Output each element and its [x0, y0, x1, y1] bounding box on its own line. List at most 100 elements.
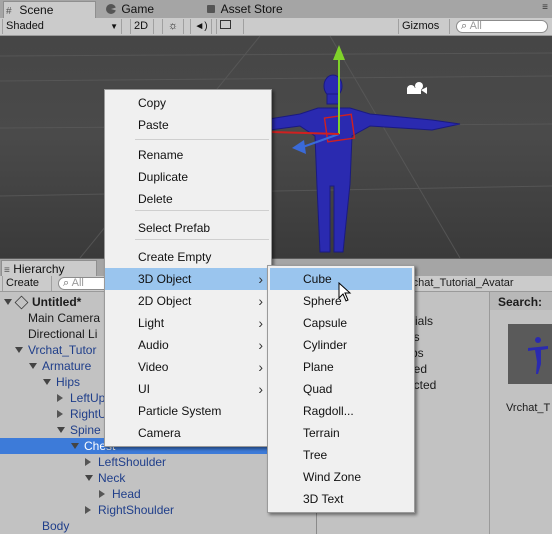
hierarchy-row-label: Hips: [56, 375, 81, 389]
asset-store-icon: [207, 5, 215, 13]
context-menu-item[interactable]: Delete: [105, 188, 271, 210]
context-menu-item-label: Create Empty: [138, 250, 212, 264]
scene-toolbar: Shaded ▼ 2D ☼ ◄) ▼ Gizmos ▼ ⌕ All: [0, 18, 552, 46]
submenu-arrow-icon: ›: [258, 271, 263, 287]
context-menu-item[interactable]: 3D Object ›: [105, 268, 271, 290]
submenu-item[interactable]: Tree: [270, 444, 412, 466]
mode-2d-label: 2D: [134, 20, 149, 32]
breadcrumb-label[interactable]: rchat_Tutorial_Avatar: [409, 277, 514, 289]
panel-menu-icon[interactable]: ≡: [542, 2, 548, 13]
scene-lighting-toggle[interactable]: ☼: [162, 19, 184, 34]
hierarchy-row-label: Armature: [42, 359, 92, 373]
collapse-arrow-icon[interactable]: [43, 379, 51, 385]
context-menu-item[interactable]: Light ›: [105, 312, 271, 334]
context-menu-item[interactable]: Particle System: [105, 400, 271, 422]
submenu-item[interactable]: Ragdoll...: [270, 400, 412, 422]
scene-search-input[interactable]: ⌕ All: [456, 20, 548, 33]
scene-canvas: [0, 36, 552, 258]
tab-asset-store[interactable]: Asset Store: [205, 1, 315, 18]
shading-mode-value: Shaded: [6, 20, 44, 32]
sun-icon: ☼: [167, 20, 179, 32]
tab-game[interactable]: Game: [104, 1, 204, 18]
submenu-item[interactable]: Plane: [270, 356, 412, 378]
camera-gizmo-icon[interactable]: [407, 82, 427, 94]
submenu-item[interactable]: Wind Zone: [270, 466, 412, 488]
scene-audio-toggle[interactable]: ◄): [190, 19, 212, 34]
context-menu-item[interactable]: Copy: [105, 92, 271, 114]
submenu-3d-object: Cube Sphere Capsule Cylinder Plane Quad Ragdol…: [267, 265, 415, 513]
gizmos-dropdown[interactable]: Gizmos ▼: [398, 19, 450, 46]
scene-tab-bar: # Scene Game Asset Store ≡: [0, 0, 552, 19]
hierarchy-row-label: Spine: [70, 423, 101, 437]
context-menu-item[interactable]: Duplicate: [105, 166, 271, 188]
collapse-arrow-icon[interactable]: [15, 347, 23, 353]
hierarchy-row-label: LeftShoulder: [98, 455, 167, 469]
context-menu-item[interactable]: Paste: [105, 114, 271, 136]
submenu-item-label: Quad: [303, 382, 333, 396]
context-menu-item-label: 2D Object: [138, 294, 192, 308]
context-menu-item[interactable]: UI ›: [105, 378, 271, 400]
search-results-label: Search:: [498, 295, 543, 309]
image-icon: [220, 20, 231, 29]
speaker-icon: ◄): [194, 21, 208, 32]
expand-arrow-icon[interactable]: [99, 490, 105, 498]
scene-effects-dropdown[interactable]: ▼: [216, 19, 244, 46]
expand-arrow-icon[interactable]: [85, 506, 91, 514]
tab-scene[interactable]: # Scene: [3, 1, 96, 18]
tab-hierarchy[interactable]: ≡ Hierarchy: [1, 260, 97, 277]
context-menu-item[interactable]: Select Prefab: [105, 217, 271, 239]
submenu-arrow-icon: ›: [258, 381, 263, 397]
context-menu-item[interactable]: Rename: [105, 144, 271, 166]
context-menu-item[interactable]: Camera: [105, 422, 271, 444]
shading-mode-dropdown[interactable]: Shaded ▼: [2, 19, 122, 34]
collapse-arrow-icon[interactable]: [57, 427, 65, 433]
context-menu-item-label: UI: [138, 382, 150, 396]
collapse-arrow-icon[interactable]: [71, 443, 79, 449]
search-icon: ⌕: [63, 277, 70, 289]
context-menu-item[interactable]: 2D Object ›: [105, 290, 271, 312]
menu-separator: [135, 239, 269, 240]
context-menu-item-label: Light: [138, 316, 165, 330]
context-menu-item-label: Duplicate: [138, 170, 189, 184]
mode-2d-button[interactable]: 2D: [130, 19, 154, 34]
expand-arrow-icon[interactable]: [57, 410, 63, 418]
chevron-down-icon: ▼: [110, 22, 118, 31]
context-menu-item[interactable]: Create Empty: [105, 246, 271, 268]
y-axis-arrow-icon[interactable]: [333, 45, 345, 60]
collapse-arrow-icon[interactable]: [29, 363, 37, 369]
avatar-model[interactable]: [262, 74, 461, 253]
scene-grid: [0, 36, 552, 258]
submenu-arrow-icon: ›: [258, 315, 263, 331]
z-axis-arrow-icon[interactable]: [292, 140, 306, 154]
expand-arrow-icon[interactable]: [85, 458, 91, 466]
expand-arrow-icon[interactable]: [4, 299, 12, 305]
submenu-item[interactable]: 3D Text: [270, 488, 412, 510]
submenu-item-label: Tree: [303, 448, 328, 462]
asset-name: Vrchat_T: [506, 402, 551, 414]
scene-view[interactable]: [0, 36, 552, 258]
submenu-arrow-icon: ›: [258, 337, 263, 353]
expand-arrow-icon[interactable]: [57, 394, 63, 402]
context-menu-item-label: Rename: [138, 148, 184, 162]
asset-thumbnail[interactable]: [508, 324, 552, 384]
hierarchy-row-label: LeftUp: [70, 391, 106, 405]
project-search-pane: Search: Vrchat_T: [489, 292, 552, 534]
submenu-item[interactable]: Quad: [270, 378, 412, 400]
collapse-arrow-icon[interactable]: [85, 475, 93, 481]
submenu-item[interactable]: Capsule: [270, 312, 412, 334]
submenu-item[interactable]: Terrain: [270, 422, 412, 444]
context-menu-item-label: Particle System: [138, 404, 222, 418]
game-pacman-icon: [106, 4, 116, 14]
submenu-item-label: Terrain: [303, 426, 340, 440]
create-dropdown[interactable]: Create ▼: [2, 276, 52, 303]
context-menu-item-label: Delete: [138, 192, 173, 206]
hierarchy-row[interactable]: Body: [0, 518, 316, 534]
context-menu-item-label: 3D Object: [138, 272, 192, 286]
context-menu-item-label: Select Prefab: [138, 221, 211, 235]
submenu-item[interactable]: Cylinder: [270, 334, 412, 356]
hierarchy-search-placeholder: All: [71, 277, 84, 289]
context-menu-item[interactable]: Video ›: [105, 356, 271, 378]
context-menu-item-label: Camera: [138, 426, 181, 440]
submenu-arrow-icon: ›: [258, 359, 263, 375]
context-menu-item[interactable]: Audio ›: [105, 334, 271, 356]
